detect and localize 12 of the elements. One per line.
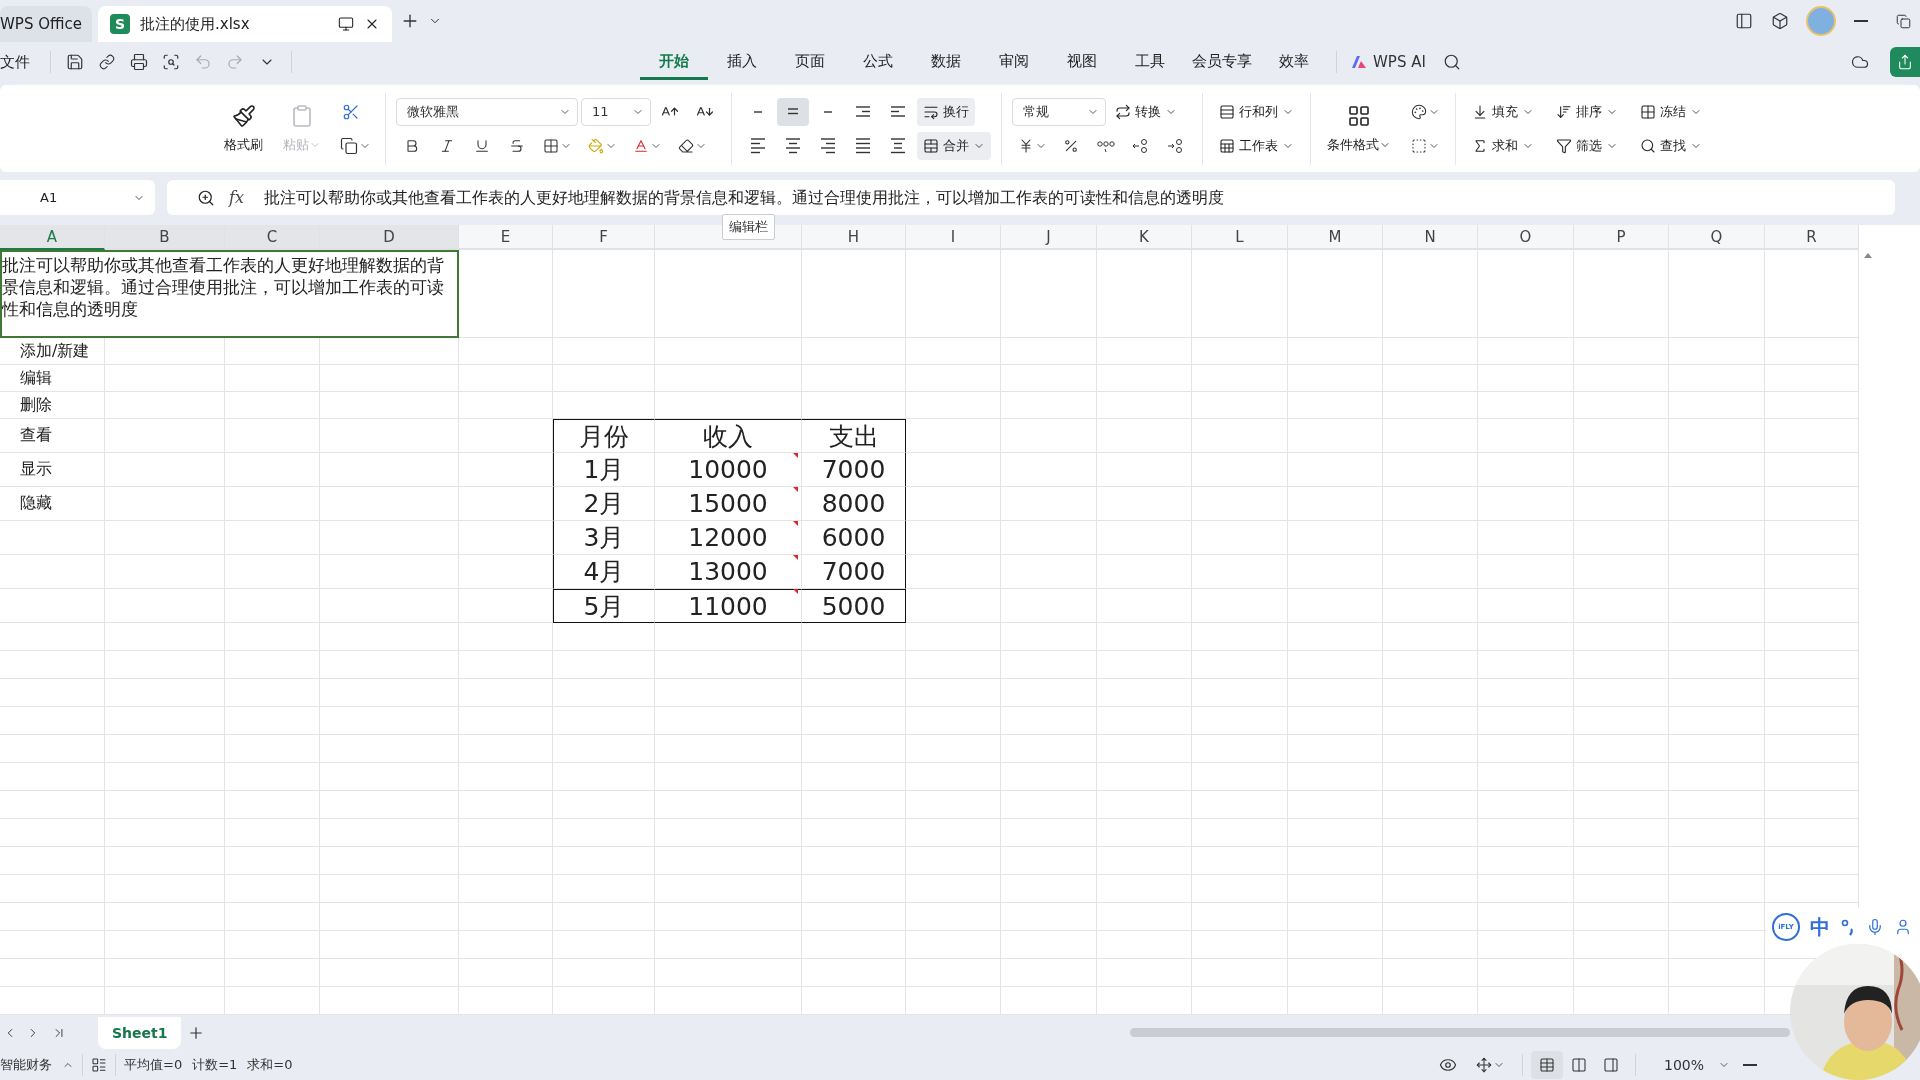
cell-text: 删除	[19, 394, 52, 416]
tooltip: 编辑栏	[722, 214, 775, 240]
status-stat: 计数=1	[192, 1056, 238, 1074]
fx-label: fx	[229, 188, 244, 207]
cell-text: 隐藏	[19, 493, 52, 514]
cell-text: 编辑	[19, 367, 52, 389]
sheet-logo-icon: S	[110, 14, 130, 34]
status-stat: 平均值=0	[124, 1056, 183, 1074]
cell-text: 显示	[19, 459, 52, 480]
cell-text: 查看	[19, 425, 52, 446]
cell-text: 添加/新建	[19, 340, 90, 362]
status-stat: 求和=0	[247, 1056, 293, 1074]
